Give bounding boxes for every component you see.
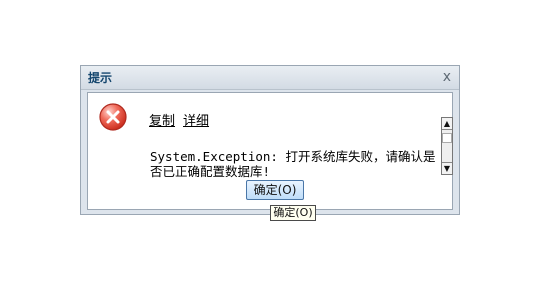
scroll-down-icon[interactable]: ▼ <box>442 162 452 174</box>
close-icon[interactable]: x <box>443 69 451 85</box>
dialog-title: 提示 <box>88 71 113 85</box>
screen-background: 提示 x 复制 详细 System.Exception: 打开系统库失败，请确认… <box>0 0 543 294</box>
scroll-thumb[interactable] <box>442 133 452 143</box>
copy-link[interactable]: 复制 <box>149 110 175 129</box>
dialog-titlebar: 提示 x <box>81 66 459 90</box>
dialog-content: 复制 详细 System.Exception: 打开系统库失败，请确认是否已正确… <box>87 92 453 210</box>
scroll-up-icon[interactable]: ▲ <box>442 118 452 130</box>
message-scrollbar[interactable]: ▲ ▼ <box>441 117 453 175</box>
ok-tooltip: 确定(O) <box>270 205 316 221</box>
error-icon <box>99 103 127 131</box>
ok-button[interactable]: 确定(O) <box>246 180 304 200</box>
error-message: System.Exception: 打开系统库失败，请确认是否已正确配置数据库! <box>150 149 436 179</box>
message-dialog: 提示 x 复制 详细 System.Exception: 打开系统库失败，请确认… <box>80 65 460 215</box>
detail-link[interactable]: 详细 <box>183 110 209 129</box>
